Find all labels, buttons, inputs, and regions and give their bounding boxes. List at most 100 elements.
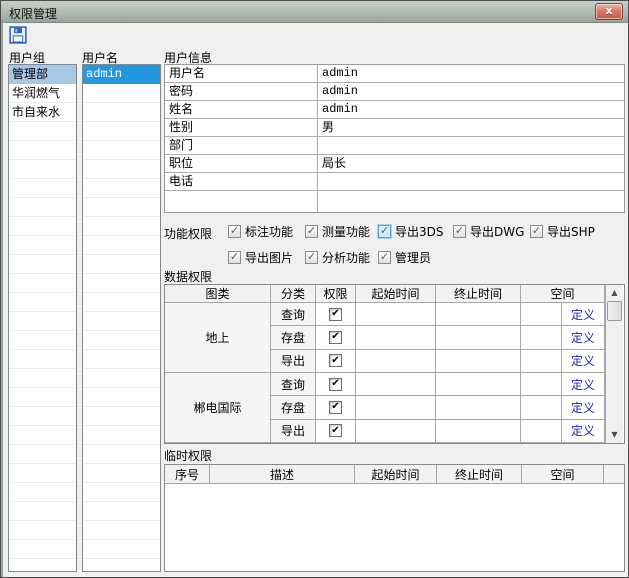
info-field-value[interactable] xyxy=(318,173,624,190)
perm-checkbox-cell: ✔ xyxy=(316,373,356,396)
info-field-value[interactable] xyxy=(318,137,624,154)
data-perms-grid: 图类 分类 权限 起始时间 终止时间 空间 地上 查询 ✔ 定义 存盘 ✔ 定义… xyxy=(165,285,605,443)
check-icon: ✓ xyxy=(455,225,464,236)
data-perms-table: 图类 分类 权限 起始时间 终止时间 空间 地上 查询 ✔ 定义 存盘 ✔ 定义… xyxy=(164,284,625,444)
col-header-category: 分类 xyxy=(271,285,316,303)
define-link[interactable]: 定义 xyxy=(561,303,604,325)
checkbox-label: 标注功能 xyxy=(245,223,293,240)
end-time-cell[interactable] xyxy=(436,420,521,443)
col-header-end-time: 终止时间 xyxy=(437,465,522,483)
start-time-cell[interactable] xyxy=(356,303,436,326)
checkbox-export-3ds[interactable]: ✓ xyxy=(378,225,391,238)
save-button[interactable] xyxy=(7,26,29,47)
col-header-start-time: 起始时间 xyxy=(356,285,436,303)
temp-perms-label: 临时权限 xyxy=(164,447,212,464)
check-icon: ✔ xyxy=(331,379,339,389)
user-info-table: 用户名 admin 密码 admin 姓名 admin 性别 男 部门 职位 局… xyxy=(164,64,625,213)
start-time-cell[interactable] xyxy=(356,350,436,373)
info-field-value[interactable]: 局长 xyxy=(318,155,624,172)
start-time-cell[interactable] xyxy=(356,396,436,419)
user-group-item[interactable]: 管理部 xyxy=(9,65,76,84)
info-row: 职位 局长 xyxy=(165,155,624,173)
check-icon: ✓ xyxy=(380,225,389,236)
end-time-cell[interactable] xyxy=(436,303,521,326)
perm-checkbox-cell: ✔ xyxy=(316,326,356,349)
checkbox-export-dwg[interactable]: ✓ xyxy=(453,225,466,238)
check-icon: ✔ xyxy=(331,426,339,436)
check-icon: ✔ xyxy=(331,402,339,412)
info-row: 用户名 admin xyxy=(165,65,624,83)
category-cell: 导出 xyxy=(271,420,316,443)
define-link[interactable]: 定义 xyxy=(561,326,604,348)
define-link[interactable]: 定义 xyxy=(561,420,604,442)
perm-checkbox-cell: ✔ xyxy=(316,350,356,373)
checkbox-group-annotate: ✓ 标注功能 xyxy=(228,222,293,240)
end-time-cell[interactable] xyxy=(436,396,521,419)
info-field-label: 电话 xyxy=(165,173,318,190)
info-field-value[interactable]: admin xyxy=(318,83,624,100)
window-title: 权限管理 xyxy=(9,5,57,22)
perm-checkbox-cell: ✔ xyxy=(316,396,356,419)
perm-checkbox[interactable]: ✔ xyxy=(329,424,342,437)
user-group-item[interactable]: 市自来水 xyxy=(9,103,76,122)
title-bar[interactable]: 权限管理 x xyxy=(1,1,628,23)
user-group-item[interactable]: 华润燃气 xyxy=(9,84,76,103)
define-link[interactable]: 定义 xyxy=(561,373,604,395)
check-icon: ✔ xyxy=(331,356,339,366)
col-header-permission: 权限 xyxy=(316,285,356,303)
info-row: 密码 admin xyxy=(165,83,624,101)
info-row: 电话 xyxy=(165,173,624,191)
checkbox-group-analysis: ✓ 分析功能 xyxy=(305,248,370,266)
perm-checkbox[interactable]: ✔ xyxy=(329,308,342,321)
close-button[interactable]: x xyxy=(595,3,623,20)
start-time-cell[interactable] xyxy=(356,326,436,349)
checkbox-measure[interactable]: ✓ xyxy=(305,225,318,238)
info-field-value[interactable]: 男 xyxy=(318,119,624,136)
scrollbar-thumb[interactable] xyxy=(607,301,622,321)
checkbox-label: 导出图片 xyxy=(245,249,293,266)
info-field-value[interactable]: admin xyxy=(318,101,624,118)
perm-checkbox[interactable]: ✔ xyxy=(329,401,342,414)
vertical-scrollbar[interactable]: ▲ ▼ xyxy=(605,285,623,443)
col-header-space: 空间 xyxy=(521,285,605,303)
space-cell: 定义 xyxy=(521,326,605,349)
user-name-item[interactable]: admin xyxy=(83,65,160,84)
info-row: 部门 xyxy=(165,137,624,155)
info-field-value[interactable]: admin xyxy=(318,65,624,82)
perm-checkbox[interactable]: ✔ xyxy=(329,331,342,344)
end-time-cell[interactable] xyxy=(436,350,521,373)
space-cell: 定义 xyxy=(521,396,605,419)
end-time-cell[interactable] xyxy=(436,373,521,396)
define-link[interactable]: 定义 xyxy=(561,396,604,418)
end-time-cell[interactable] xyxy=(436,326,521,349)
perm-checkbox[interactable]: ✔ xyxy=(329,378,342,391)
check-icon: ✓ xyxy=(230,251,239,262)
scrollbar-down-button[interactable]: ▼ xyxy=(606,427,623,443)
temp-perms-body[interactable] xyxy=(165,484,624,571)
check-icon: ✓ xyxy=(230,225,239,236)
category-cell: 存盘 xyxy=(271,396,316,419)
checkbox-export-image[interactable]: ✓ xyxy=(228,251,241,264)
checkbox-label: 导出3DS xyxy=(395,223,444,240)
close-icon: x xyxy=(605,4,612,17)
checkbox-export-shp[interactable]: ✓ xyxy=(530,225,543,238)
scrollbar-up-button[interactable]: ▲ xyxy=(606,285,623,301)
col-header-start-time: 起始时间 xyxy=(355,465,437,483)
user-name-list: admin xyxy=(82,64,161,572)
start-time-cell[interactable] xyxy=(356,373,436,396)
info-row: 性别 男 xyxy=(165,119,624,137)
check-icon: ✓ xyxy=(380,251,389,262)
define-link[interactable]: 定义 xyxy=(561,350,604,372)
info-field-label: 职位 xyxy=(165,155,318,172)
checkbox-label: 导出DWG xyxy=(470,223,524,240)
perm-checkbox[interactable]: ✔ xyxy=(329,354,342,367)
checkbox-analysis[interactable]: ✓ xyxy=(305,251,318,264)
start-time-cell[interactable] xyxy=(356,420,436,443)
checkbox-admin-role[interactable]: ✓ xyxy=(378,251,391,264)
permission-manager-window: 权限管理 x 用户组 用户名 用户信息 管理部 华润燃气 市自来水 xyxy=(0,0,629,578)
col-header-index: 序号 xyxy=(165,465,210,483)
col-header-description: 描述 xyxy=(210,465,355,483)
checkbox-annotate[interactable]: ✓ xyxy=(228,225,241,238)
checkbox-label: 管理员 xyxy=(395,249,431,266)
col-header-spacer xyxy=(604,465,624,483)
